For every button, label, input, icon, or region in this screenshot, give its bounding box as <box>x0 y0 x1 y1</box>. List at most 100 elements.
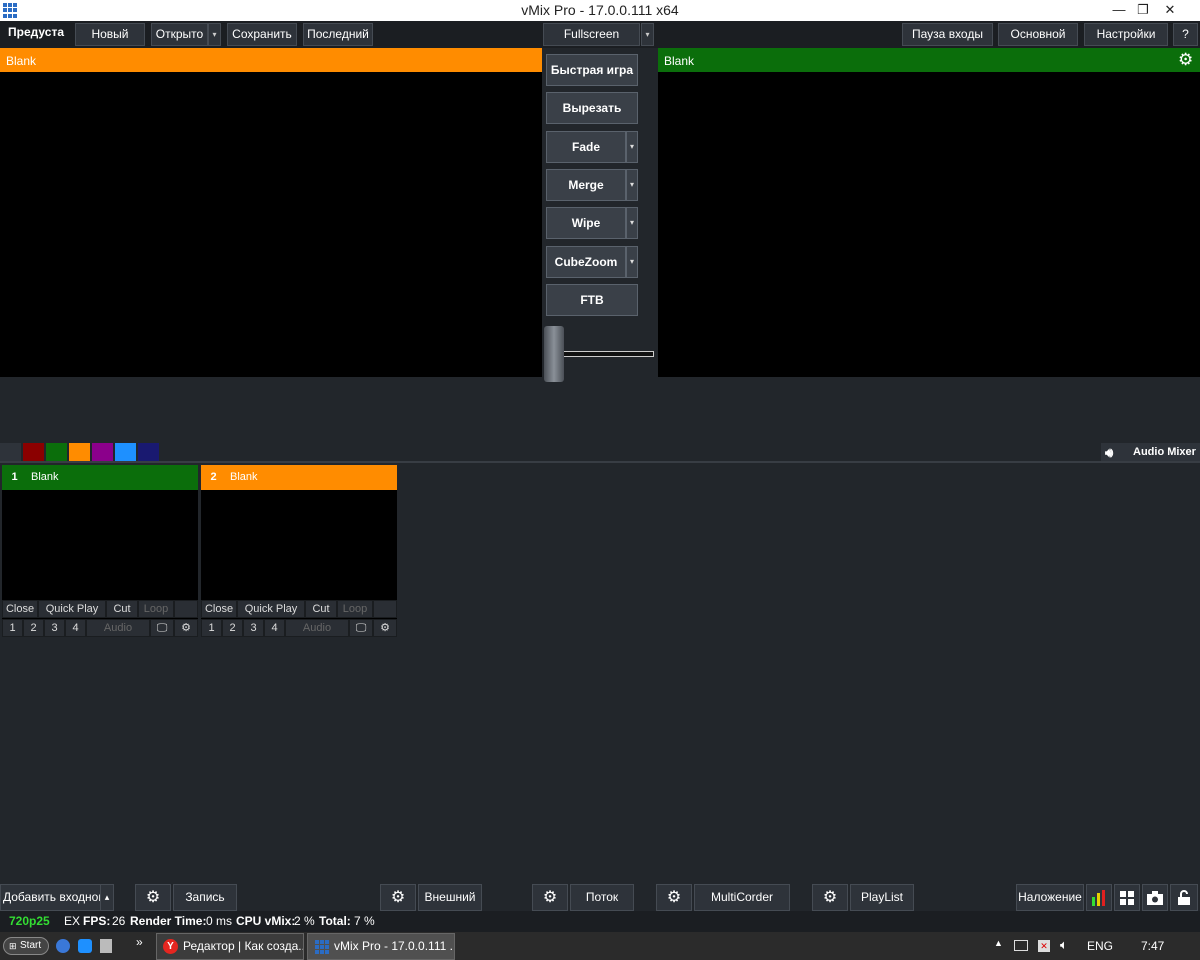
output-screen[interactable] <box>658 72 1200 377</box>
overlay-4-button[interactable]: 4 <box>65 619 86 637</box>
main-button[interactable]: Основной <box>998 23 1078 46</box>
input-quick-play-button[interactable]: Quick Play <box>237 600 305 618</box>
fullscreen-dropdown-button[interactable]: ▾ <box>641 23 654 46</box>
skype-quicklaunch-icon[interactable] <box>78 939 92 953</box>
stream-settings-gear-icon[interactable]: ⚙ <box>532 884 568 911</box>
playlist-settings-gear-icon[interactable]: ⚙ <box>812 884 848 911</box>
overlay-4-button[interactable]: 4 <box>264 619 285 637</box>
help-button[interactable]: ? <box>1173 23 1198 46</box>
lock-icon[interactable] <box>1170 884 1198 911</box>
multiview-grid-icon[interactable] <box>1114 884 1140 911</box>
wipe-dropdown-button[interactable]: ▾ <box>626 207 638 239</box>
preview-header: Blank <box>0 48 542 72</box>
color-filter-swatch[interactable] <box>23 443 44 461</box>
input-cut-button[interactable]: Cut <box>106 600 138 618</box>
monitor-icon[interactable]: 🖵︎ <box>349 619 373 637</box>
audio-mixer-button[interactable]: 🔊︎ Audio Mixer <box>1101 443 1200 462</box>
app-quicklaunch-icon[interactable] <box>100 939 112 953</box>
snapshot-camera-icon[interactable] <box>1142 884 1168 911</box>
input-close-button[interactable]: Close <box>201 600 237 618</box>
chevron-right-icon[interactable]: » <box>136 935 143 949</box>
overlay-3-button[interactable]: 3 <box>44 619 65 637</box>
overlay-3-button[interactable]: 3 <box>243 619 264 637</box>
record-button[interactable]: Запись <box>173 884 237 911</box>
input-card-1[interactable]: 1 Blank Close Quick Play Cut Loop 1 2 3 … <box>2 465 198 637</box>
cpu-label: CPU vMix: <box>236 914 296 928</box>
cut-button[interactable]: Вырезать <box>546 92 638 124</box>
input-card-2[interactable]: 2 Blank Close Quick Play Cut Loop 1 2 3 … <box>201 465 397 637</box>
status-bar: 720p25 EX FPS: 26 Render Time: 0 ms CPU … <box>0 911 1200 932</box>
cpu-value: 2 % <box>294 914 315 928</box>
input-audio-button[interactable]: Audio <box>285 619 349 637</box>
maximize-button[interactable]: ❐ <box>1128 0 1158 21</box>
cubezoom-dropdown-button[interactable]: ▾ <box>626 246 638 278</box>
overlay-1-button[interactable]: 1 <box>201 619 222 637</box>
open-dropdown-button[interactable]: ▾ <box>208 23 221 46</box>
recent-button[interactable]: Последний <box>303 23 373 46</box>
color-filter-swatch[interactable] <box>92 443 113 461</box>
input-close-button[interactable]: Close <box>2 600 38 618</box>
browser-quicklaunch-icon[interactable] <box>56 939 70 953</box>
color-filter-swatch[interactable] <box>69 443 90 461</box>
settings-button[interactable]: Настройки <box>1084 23 1168 46</box>
multicorder-settings-gear-icon[interactable]: ⚙ <box>656 884 692 911</box>
overlay-2-button[interactable]: 2 <box>222 619 243 637</box>
wipe-button[interactable]: Wipe <box>546 207 626 239</box>
fullscreen-button[interactable]: Fullscreen <box>543 23 640 46</box>
overlay-2-button[interactable]: 2 <box>23 619 44 637</box>
monitor-icon[interactable]: 🖵︎ <box>150 619 174 637</box>
add-input-button[interactable]: Добавить входного <box>0 884 112 911</box>
color-filter-swatch[interactable] <box>115 443 136 461</box>
ftb-button[interactable]: FTB <box>546 284 638 316</box>
start-button[interactable]: ⊞ Start <box>3 937 49 955</box>
pause-inputs-button[interactable]: Пауза входы <box>902 23 993 46</box>
input-loop-button[interactable]: Loop <box>138 600 174 618</box>
save-button[interactable]: Сохранить <box>227 23 297 46</box>
close-window-button[interactable]: ✕ <box>1155 0 1185 21</box>
language-indicator[interactable]: ENG <box>1087 939 1113 953</box>
tab-preset[interactable]: Предуста <box>0 21 72 48</box>
clock[interactable]: 7:47 <box>1141 939 1164 953</box>
taskbar-item-browser[interactable]: Y Редактор | Как созда... <box>156 933 304 960</box>
overlay-button[interactable]: Наложение <box>1016 884 1084 911</box>
input-spare-cell <box>174 600 198 618</box>
input-quick-play-button[interactable]: Quick Play <box>38 600 106 618</box>
input-settings-gear-icon[interactable]: ⚙ <box>174 619 198 637</box>
audio-meter-icon[interactable] <box>1086 884 1112 911</box>
input-overlay-row: 1 2 3 4 Audio 🖵︎ ⚙ <box>201 619 397 637</box>
flag-alert-icon[interactable]: ✕ <box>1038 940 1050 952</box>
network-icon[interactable] <box>1014 940 1028 951</box>
quick-play-button[interactable]: Быстрая игра <box>546 54 638 86</box>
new-button[interactable]: Новый <box>75 23 145 46</box>
open-button[interactable]: Открыто <box>151 23 208 46</box>
fade-button[interactable]: Fade <box>546 131 626 163</box>
overlay-1-button[interactable]: 1 <box>2 619 23 637</box>
external-settings-gear-icon[interactable]: ⚙ <box>380 884 416 911</box>
stream-button[interactable]: Поток <box>570 884 634 911</box>
color-filter-swatch[interactable] <box>0 443 21 461</box>
volume-icon[interactable]: 🔈︎ <box>1060 937 1068 953</box>
color-filter-swatch[interactable] <box>46 443 67 461</box>
color-filter-swatch[interactable] <box>138 443 159 461</box>
tbar-handle[interactable] <box>544 326 564 382</box>
playlist-button[interactable]: PlayList <box>850 884 914 911</box>
fade-dropdown-button[interactable]: ▾ <box>626 131 638 163</box>
input-audio-button[interactable]: Audio <box>86 619 150 637</box>
input-settings-gear-icon[interactable]: ⚙ <box>373 619 397 637</box>
input-loop-button[interactable]: Loop <box>337 600 373 618</box>
add-input-dropdown-button[interactable]: ▴ <box>100 884 114 911</box>
multicorder-button[interactable]: MultiCorder <box>694 884 790 911</box>
preview-screen[interactable] <box>0 72 542 377</box>
windows-taskbar: ⊞ Start » Y Редактор | Как созда... vMix… <box>0 932 1200 960</box>
input-header[interactable]: 2 Blank <box>201 465 397 490</box>
merge-button[interactable]: Merge <box>546 169 626 201</box>
cubezoom-button[interactable]: CubeZoom <box>546 246 626 278</box>
output-settings-gear-icon[interactable]: ⚙ <box>1178 51 1193 68</box>
input-header[interactable]: 1 Blank <box>2 465 198 490</box>
tray-expand-icon[interactable]: ▲ <box>994 938 1003 948</box>
input-cut-button[interactable]: Cut <box>305 600 337 618</box>
taskbar-item-vmix[interactable]: vMix Pro - 17.0.0.111 ... <box>307 933 455 960</box>
merge-dropdown-button[interactable]: ▾ <box>626 169 638 201</box>
record-settings-gear-icon[interactable]: ⚙ <box>135 884 171 911</box>
external-button[interactable]: Внешний <box>418 884 482 911</box>
